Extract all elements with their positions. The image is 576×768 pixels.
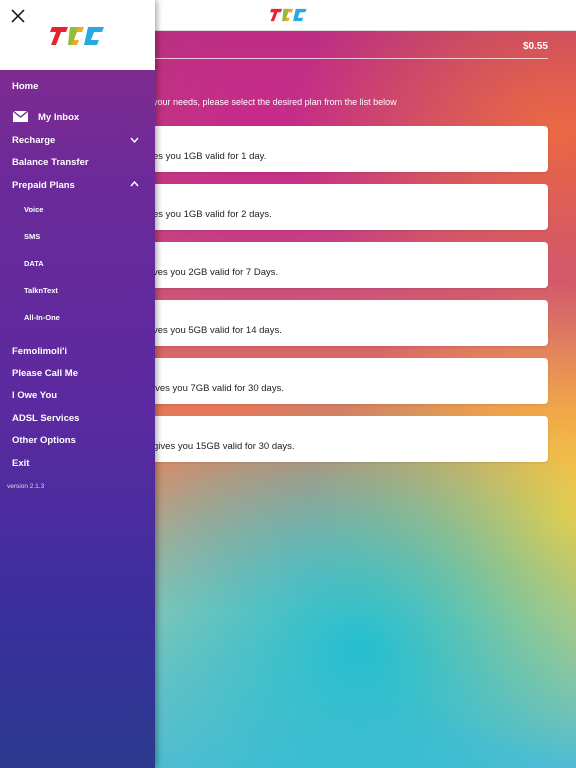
submenu-item-voice[interactable]: Voice [24, 205, 43, 214]
plan-list: es you 1GB valid for 1 day. es you 1GB v… [150, 126, 548, 474]
menu-item-home[interactable]: Home [12, 81, 38, 92]
menu-item-please-call-me[interactable]: Please Call Me [12, 368, 78, 379]
menu-item-other-options[interactable]: Other Options [12, 435, 76, 446]
plan-description: ives you 7GB valid for 30 days. [153, 382, 284, 394]
submenu-item-data[interactable]: DATA [24, 259, 44, 268]
menu-item-femolimoli[interactable]: Femolimoli'i [12, 346, 67, 357]
plan-description: ves you 5GB valid for 14 days. [153, 324, 282, 336]
logo [50, 27, 104, 45]
submenu-item-all-in-one[interactable]: All-In-One [24, 313, 60, 322]
menu-item-recharge[interactable]: Recharge [12, 135, 55, 146]
menu-item-prepaid-plans[interactable]: Prepaid Plans [12, 180, 75, 191]
version-label: version 2.1.3 [7, 483, 45, 490]
submenu-item-sms[interactable]: SMS [24, 232, 40, 241]
intro-text: your needs, please select the desired pl… [153, 97, 397, 107]
plan-description: gives you 15GB valid for 30 days. [153, 440, 295, 452]
submenu-item-talkntext[interactable]: TalknText [24, 286, 58, 295]
side-menu-header [0, 0, 155, 70]
balance-value: $0.55 [522, 41, 548, 52]
menu-item-adsl[interactable]: ADSL Services [12, 413, 79, 424]
plan-description: es you 1GB valid for 2 days. [153, 208, 272, 220]
plan-card[interactable]: es you 1GB valid for 2 days. [150, 184, 548, 230]
mail-icon [13, 111, 28, 122]
plan-description: ves you 2GB valid for 7 Days. [153, 266, 279, 278]
menu-item-balance-transfer[interactable]: Balance Transfer [12, 157, 89, 168]
plan-card[interactable]: es you 1GB valid for 1 day. [150, 126, 548, 172]
chevron-up-icon[interactable] [130, 181, 139, 187]
menu-item-exit[interactable]: Exit [12, 458, 29, 469]
menu-item-i-owe-you[interactable]: I Owe You [12, 390, 57, 401]
plan-card[interactable]: ives you 7GB valid for 30 days. [150, 358, 548, 404]
chevron-down-icon[interactable] [130, 137, 139, 143]
logo [270, 8, 307, 22]
plan-card[interactable]: ves you 5GB valid for 14 days. [150, 300, 548, 346]
plan-card[interactable]: gives you 15GB valid for 30 days. [150, 416, 548, 462]
plan-description: es you 1GB valid for 1 day. [153, 150, 267, 162]
close-icon[interactable] [11, 9, 25, 23]
divider [155, 58, 548, 59]
menu-item-inbox[interactable]: My Inbox [38, 112, 79, 123]
side-menu: Home My Inbox Recharge Balance Transfer … [0, 0, 155, 768]
plan-card[interactable]: ves you 2GB valid for 7 Days. [150, 242, 548, 288]
